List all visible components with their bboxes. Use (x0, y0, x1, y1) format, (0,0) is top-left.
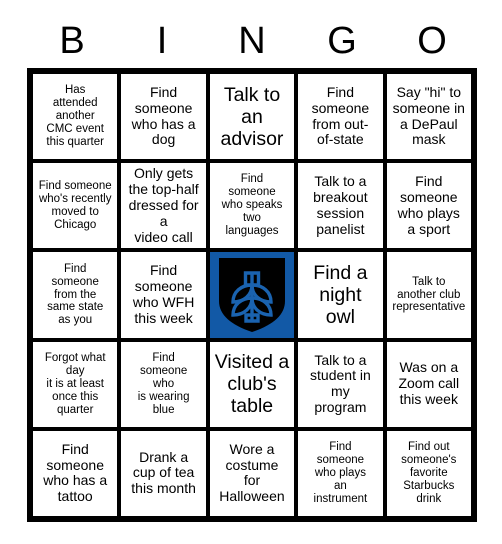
bingo-cell-text: Drank a cup of tea this month (131, 448, 196, 497)
bingo-cell[interactable]: Find someone who plays an instrument (296, 428, 385, 518)
bingo-free-space-logo-cell[interactable] (207, 250, 297, 340)
bingo-cell-text: Find someone who WFH this week (132, 262, 195, 326)
bingo-cell[interactable]: Wore a costume for Halloween (207, 428, 297, 518)
bingo-cell-text: Say "hi" to someone in a DePaul mask (392, 83, 465, 148)
bingo-cell[interactable]: Visited a club's table (207, 339, 297, 429)
bingo-cell[interactable]: Say "hi" to someone in a DePaul mask (384, 72, 473, 162)
bingo-card: B I N G O Has attended another CMC event… (0, 0, 502, 544)
bingo-cell[interactable]: Find someone who has a dog (119, 72, 208, 162)
bingo-cell[interactable]: Talk to an advisor (207, 72, 297, 162)
bingo-cell-text: Find someone who's recently moved to Chi… (38, 179, 112, 231)
bingo-cell-text: Talk to a breakout session panelist (313, 173, 368, 237)
bingo-cell-text: Wore a costume for Halloween (219, 440, 285, 505)
bingo-cell[interactable]: Find someone who WFH this week (119, 250, 208, 340)
bingo-cell[interactable]: Find someone who's recently moved to Chi… (31, 161, 120, 251)
bingo-cell-text: Find someone who has a dog (131, 83, 196, 148)
bingo-cell[interactable]: Find someone who is wearing blue (119, 339, 208, 429)
bingo-cell-text: Find someone who plays a sport (397, 173, 460, 237)
bingo-cell[interactable]: Find someone who has a tattoo (31, 428, 120, 518)
bingo-cell[interactable]: Only gets the top-half dressed for a vid… (119, 161, 208, 251)
header-letter-g: G (327, 20, 357, 62)
bingo-cell[interactable]: Find someone who plays a sport (384, 161, 473, 251)
bingo-cell-text: Find someone who has a tattoo (43, 440, 108, 505)
bingo-cell-text: Has attended another CMC event this quar… (46, 84, 104, 149)
header-letter-i: I (156, 20, 168, 62)
bingo-cell-text: Find someone from the same state as you (47, 262, 104, 327)
bingo-cell-text: Find someone who speaks two languages (221, 173, 283, 238)
bingo-cell[interactable]: Has attended another CMC event this quar… (31, 72, 120, 162)
bingo-cell-text: Talk to a student in my program (310, 351, 371, 415)
depaul-shield-logo (209, 252, 295, 338)
bingo-cell[interactable]: Find out someone's favorite Starbucks dr… (384, 428, 473, 518)
bingo-cell-text: Only gets the top-half dressed for a vid… (128, 165, 199, 245)
bingo-cell[interactable]: Was on a Zoom call this week (384, 339, 473, 429)
header-letter-n: N (238, 20, 266, 62)
bingo-cell[interactable]: Forgot what day it is at least once this… (31, 339, 120, 429)
bingo-cell-text: Find someone from out- of-state (311, 83, 370, 148)
bingo-cell-text: Find someone who plays an instrument (313, 440, 368, 505)
bingo-cell[interactable]: Drank a cup of tea this month (119, 428, 208, 518)
bingo-cell[interactable]: Find someone who speaks two languages (207, 161, 297, 251)
bingo-cell[interactable]: Talk to a breakout session panelist (296, 161, 385, 251)
bingo-cell-text: Talk to another club representative (392, 275, 466, 314)
header-letter-o: O (417, 20, 447, 62)
bingo-cell-text: Talk to an advisor (220, 83, 284, 150)
bingo-cell-text: Was on a Zoom call this week (398, 359, 460, 408)
bingo-cell[interactable]: Find someone from out- of-state (296, 72, 385, 162)
header-letter-b: B (59, 20, 85, 62)
bingo-cell-text: Forgot what day it is at least once this… (44, 351, 106, 416)
bingo-cell-text: Visited a club's table (214, 351, 290, 418)
bingo-cell[interactable]: Talk to a student in my program (296, 339, 385, 429)
bingo-cell[interactable]: Find someone from the same state as you (31, 250, 120, 340)
bingo-cell-text: Find someone who is wearing blue (137, 351, 190, 416)
bingo-header: B I N G O (27, 16, 477, 66)
bingo-cell-text: Find out someone's favorite Starbucks dr… (401, 440, 457, 505)
bingo-grid: Has attended another CMC event this quar… (27, 68, 477, 522)
bingo-cell-text: Find a night owl (313, 261, 368, 328)
bingo-cell[interactable]: Talk to another club representative (384, 250, 473, 340)
bingo-cell[interactable]: Find a night owl (296, 250, 385, 340)
